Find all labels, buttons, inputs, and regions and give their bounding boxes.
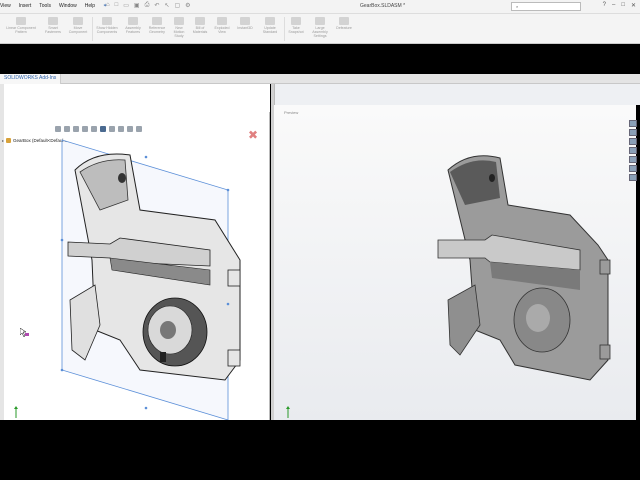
- design-library-icon[interactable]: [629, 129, 637, 136]
- triad-axis-icon: [286, 406, 290, 418]
- preview-label: Preview: [284, 110, 299, 115]
- explode-icon: [217, 17, 227, 25]
- save-icon[interactable]: ▣: [134, 2, 140, 9]
- ribbon-update-standard[interactable]: Update Standard: [258, 17, 282, 34]
- right-pane-header: [274, 84, 640, 105]
- ribbon-bill-of-materials[interactable]: Bill of Materials: [190, 17, 210, 34]
- pattern-icon: [16, 17, 26, 25]
- search-input[interactable]: ⌕: [511, 2, 581, 11]
- ribbon-large-assembly[interactable]: Large Assembly Settings: [308, 17, 332, 38]
- ribbon-defeature[interactable]: Defeature: [334, 17, 354, 30]
- fastener-icon: [48, 17, 58, 25]
- menu-view[interactable]: View: [0, 3, 11, 9]
- right-gearbox-model[interactable]: [430, 150, 630, 400]
- left-gearbox-model[interactable]: [0, 110, 270, 420]
- ribbon-take-snapshot[interactable]: Take Snapshot: [286, 17, 306, 34]
- home-icon[interactable]: ⌂: [106, 2, 110, 9]
- appearances-icon[interactable]: [629, 156, 637, 163]
- resources-icon[interactable]: [629, 120, 637, 127]
- reference-icon: [152, 17, 162, 25]
- select-icon[interactable]: ↖: [164, 2, 169, 9]
- menu-tools[interactable]: Tools: [39, 3, 51, 9]
- task-pane-tabs: [629, 120, 639, 181]
- command-manager-ribbon: Linear Component Pattern Smart Fasteners…: [0, 14, 640, 44]
- mouse-cursor-icon: [20, 328, 29, 338]
- menu-help[interactable]: Help: [85, 3, 95, 9]
- triad-axis-icon: [14, 406, 18, 418]
- close-window-icon[interactable]: ✕: [631, 2, 636, 9]
- letterbox-bottom: [0, 420, 640, 480]
- ribbon-show-hidden[interactable]: Show Hidden Components: [94, 17, 120, 34]
- window-controls: ? – □ ✕: [603, 2, 636, 9]
- ribbon-separator: [92, 17, 93, 41]
- large-assembly-icon: [315, 17, 325, 25]
- ribbon-instant3d[interactable]: Instant3D: [234, 17, 256, 30]
- file-explorer-icon[interactable]: [629, 138, 637, 145]
- custom-properties-icon[interactable]: [629, 165, 637, 172]
- tab-addins[interactable]: SOLIDWORKS Add-Ins: [0, 74, 62, 84]
- ribbon-move-component[interactable]: Move Component: [66, 17, 90, 34]
- menu-bar: View Insert Tools Window Help ✶: [0, 3, 107, 9]
- ribbon-separator: [284, 17, 285, 41]
- minimize-icon[interactable]: –: [612, 2, 615, 9]
- camera-icon: [291, 17, 301, 25]
- search-icon: ⌕: [516, 4, 519, 9]
- rebuild-icon[interactable]: ▢: [174, 2, 180, 9]
- ribbon-smart-fasteners[interactable]: Smart Fasteners: [42, 17, 64, 34]
- title-bar: View Insert Tools Window Help ✶ ⌂ □ ▭ ▣ …: [0, 0, 640, 14]
- ribbon-linear-pattern[interactable]: Linear Component Pattern: [2, 17, 40, 34]
- menu-insert[interactable]: Insert: [19, 3, 32, 9]
- ribbon-assembly-features[interactable]: Assembly Features: [122, 17, 144, 34]
- open-icon[interactable]: ▭: [123, 2, 129, 9]
- view-palette-icon[interactable]: [629, 147, 637, 154]
- help-icon[interactable]: ?: [603, 2, 606, 9]
- defeature-icon: [339, 17, 349, 25]
- show-hidden-icon: [102, 17, 112, 25]
- left-pane-header: [0, 84, 270, 112]
- ribbon-exploded-view[interactable]: Exploded View: [212, 17, 232, 34]
- restore-icon[interactable]: □: [621, 2, 625, 9]
- instant3d-icon: [240, 17, 250, 25]
- menu-window[interactable]: Window: [59, 3, 77, 9]
- motion-icon: [174, 17, 184, 25]
- document-title: GearBox.SLDASM *: [360, 3, 406, 9]
- print-icon[interactable]: ⎙: [145, 2, 150, 9]
- features-icon: [128, 17, 138, 25]
- new-icon[interactable]: □: [115, 2, 119, 9]
- bom-icon: [195, 17, 205, 25]
- tab-strip: SOLIDWORKS Add-Ins: [0, 74, 640, 84]
- ribbon-motion-study[interactable]: New Motion Study: [170, 17, 188, 38]
- forum-icon[interactable]: [629, 174, 637, 181]
- options-icon[interactable]: ⚙: [185, 2, 190, 9]
- move-icon: [73, 17, 83, 25]
- quick-access-toolbar: ⌂ □ ▭ ▣ ⎙ ↶ ↖ ▢ ⚙: [106, 2, 191, 9]
- update-icon: [265, 17, 275, 25]
- undo-icon[interactable]: ↶: [154, 2, 159, 9]
- ribbon-reference-geometry[interactable]: Reference Geometry: [146, 17, 168, 34]
